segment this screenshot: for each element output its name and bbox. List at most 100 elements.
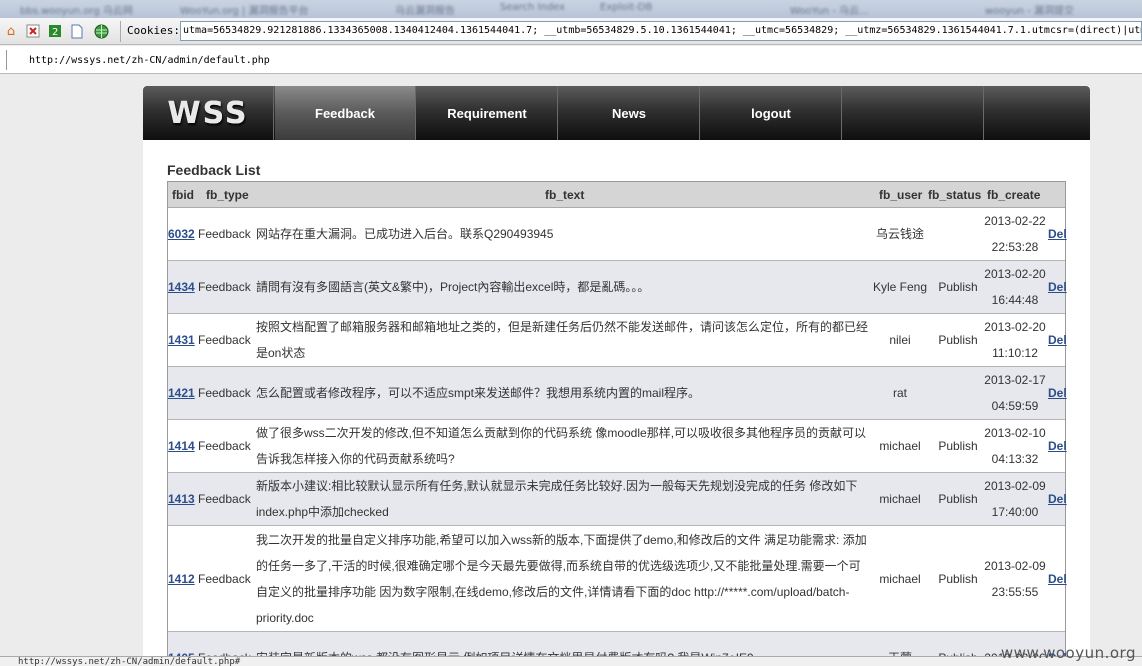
table-body: 6032 Feedback 网站存在重大漏洞。已成功进入后台。联系Q29049394… <box>168 208 1067 666</box>
browser-tab[interactable]: WooYun - 乌云... <box>790 2 869 17</box>
cell-fbid: 1434 <box>168 261 198 313</box>
refresh-icon[interactable]: 2 <box>46 22 64 40</box>
delete-link[interactable]: Del <box>1048 280 1067 294</box>
table-row: 1431 Feedback 按照文档配置了邮箱服务器和邮箱地址之类的，但是新建任务后… <box>168 314 1067 367</box>
cell-fb-type: Feedback <box>198 333 251 347</box>
header-fb-text: fb_text <box>545 188 585 202</box>
delete-link[interactable]: Del <box>1048 333 1067 347</box>
cell-fb-status: Publish <box>938 492 978 506</box>
create-time: 04:13:32 <box>991 452 1039 466</box>
header-fb-create: fb_create <box>987 188 1041 202</box>
delete-link[interactable]: Del <box>1048 227 1067 241</box>
cell-fb-user: michael <box>879 492 921 506</box>
nav-logout[interactable]: logout <box>701 86 842 140</box>
table-row: 1421 Feedback 怎么配置或者修改程序，可以不适应smpt来发送邮件？我想… <box>168 367 1067 420</box>
create-time: 04:59:59 <box>991 399 1039 413</box>
create-date: 2013-02-20 <box>984 320 1046 334</box>
cell-fbid: 1414 <box>168 420 198 472</box>
fbid-link[interactable]: 1412 <box>168 572 195 586</box>
fbid-link[interactable]: 1431 <box>168 333 195 347</box>
cell-fb-text: 按照文档配置了邮箱服务器和邮箱地址之类的，但是新建任务后仍然不能发送邮件，请问该… <box>256 320 869 360</box>
browser-tab[interactable]: wooyun - 漏洞提交 <box>985 2 1074 17</box>
table-row: 6032 Feedback 网站存在重大漏洞。已成功进入后台。联系Q29049394… <box>168 208 1067 261</box>
fbid-link[interactable]: 1414 <box>168 439 195 453</box>
create-date: 2013-02-17 <box>984 373 1046 387</box>
cell-fb-status: Publish <box>938 333 978 347</box>
nav-news[interactable]: News <box>559 86 700 140</box>
cell-fbid: 1431 <box>168 314 198 366</box>
cell-fb-type: Feedback <box>198 386 251 400</box>
cell-fb-create: 2013-02-09 23:55:55 <box>980 526 1050 631</box>
cell-fb-user: 乌云钱途 <box>875 227 924 241</box>
create-date: 2013-02-09 <box>984 479 1046 493</box>
delete-link[interactable]: Del <box>1048 386 1067 400</box>
cell-fb-text: 新版本小建议:相比较默认显示所有任务,默认就显示未完成任务比较好.因为一般每天先… <box>256 479 858 519</box>
cell-fbid: 1412 <box>168 526 198 631</box>
table-row: 1412 Feedback 我二次开发的批量自定义排序功能,希望可以加入wss新的版… <box>168 526 1067 632</box>
cell-fb-user: Kyle Feng <box>872 280 928 294</box>
cookies-input[interactable]: utma=56534829.921281886.1334365008.13404… <box>180 21 1142 41</box>
cell-fb-status: Publish <box>938 280 978 294</box>
cell-fbid: 1421 <box>168 367 198 419</box>
cell-fb-text: 网站存在重大漏洞。已成功进入后台。联系Q290493945 <box>256 227 554 241</box>
cell-fb-text: 做了很多wss二次开发的修改,但不知道怎么贡献到你的代码系统 像moodle那样… <box>256 426 867 466</box>
table-header: fbid fb_type fb_text fb_user fb_status f… <box>168 182 1065 208</box>
cell-fb-create: 2013-02-09 17:40:00 <box>980 473 1050 525</box>
delete-link[interactable]: Del <box>1048 492 1067 506</box>
browser-tab[interactable]: 乌云漏洞报告 <box>395 2 455 17</box>
cell-fb-create: 2013-02-20 16:44:48 <box>980 261 1050 313</box>
svg-text:2: 2 <box>52 27 58 38</box>
browser-toolbar: ⌂ 2 Cookies: utma=56534829.921281886.133… <box>0 18 1142 45</box>
create-date: 2013-02-09 <box>984 558 1046 573</box>
cell-fb-status: Publish <box>938 439 978 453</box>
cell-fb-type: Feedback <box>198 227 251 241</box>
cookies-label: Cookies: <box>127 24 180 37</box>
nav-requirement[interactable]: Requirement <box>417 86 558 140</box>
header-fbid: fbid <box>172 188 194 202</box>
browser-tab[interactable]: bbs.wooyun.org 乌云网 <box>20 2 133 17</box>
cell-fb-user: rat <box>892 386 907 400</box>
cell-fb-user: michael <box>879 571 921 586</box>
browser-tab[interactable]: Exploit-DB <box>600 2 652 16</box>
header-fb-status: fb_status <box>928 188 982 202</box>
cell-fbid: 1413 <box>168 473 198 525</box>
cell-fb-status: Publish <box>938 571 978 586</box>
table-row: 1413 Feedback 新版本小建议:相比较默认显示所有任务,默认就显示未完成任… <box>168 473 1067 526</box>
address-bar: http://wssys.net/zh-CN/admin/default.php <box>0 46 1142 74</box>
delete-link[interactable]: Del <box>1048 572 1067 586</box>
header-fb-type: fb_type <box>206 188 249 202</box>
home-icon[interactable]: ⌂ <box>2 22 20 40</box>
create-time: 16:44:48 <box>991 293 1039 307</box>
create-date: 2013-02-20 <box>984 267 1046 281</box>
url-input[interactable]: http://wssys.net/zh-CN/admin/default.php <box>6 50 1136 70</box>
create-date: 2013-02-22 <box>984 214 1046 228</box>
cell-fb-create: 2013-02-10 04:13:32 <box>980 420 1050 472</box>
delete-link[interactable]: Del <box>1048 439 1067 453</box>
close-page-icon[interactable] <box>24 22 42 40</box>
status-bar: http://wssys.net/zh-CN/admin/default.php… <box>0 656 1142 666</box>
globe-icon[interactable] <box>92 22 110 40</box>
nav-empty-2 <box>985 86 1090 140</box>
fbid-link[interactable]: 1421 <box>168 386 195 400</box>
cell-fb-status <box>930 367 986 419</box>
cell-del: Del <box>1048 473 1078 525</box>
browser-tab[interactable]: Search Index <box>500 2 565 16</box>
nav-empty-1 <box>843 86 984 140</box>
fbid-link[interactable]: 6032 <box>168 227 195 241</box>
cell-fb-type: Feedback <box>198 492 251 506</box>
cell-fb-user: nilei <box>889 333 911 347</box>
cell-fbid: 6032 <box>168 208 198 260</box>
cell-fb-status <box>930 208 986 260</box>
nav-feedback[interactable]: Feedback <box>275 86 416 140</box>
feedback-table: fbid fb_type fb_text fb_user fb_status f… <box>167 181 1067 666</box>
fbid-link[interactable]: 1434 <box>168 280 195 294</box>
browser-tab-strip: bbs.wooyun.org 乌云网 WooYun.org | 漏洞报告平台 乌… <box>0 0 1142 18</box>
create-time: 22:53:28 <box>991 240 1039 254</box>
header-fb-user: fb_user <box>879 188 923 202</box>
browser-tab[interactable]: WooYun.org | 漏洞报告平台 <box>180 2 308 17</box>
table-row: 1414 Feedback 做了很多wss二次开发的修改,但不知道怎么贡献到你的代码… <box>168 420 1067 473</box>
fbid-link[interactable]: 1413 <box>168 492 195 506</box>
wss-logo[interactable]: WSS <box>143 86 274 140</box>
cell-fb-text: 怎么配置或者修改程序，可以不适应smpt来发送邮件？我想用系统内置的mail程序… <box>256 386 701 400</box>
page-icon[interactable] <box>68 22 86 40</box>
